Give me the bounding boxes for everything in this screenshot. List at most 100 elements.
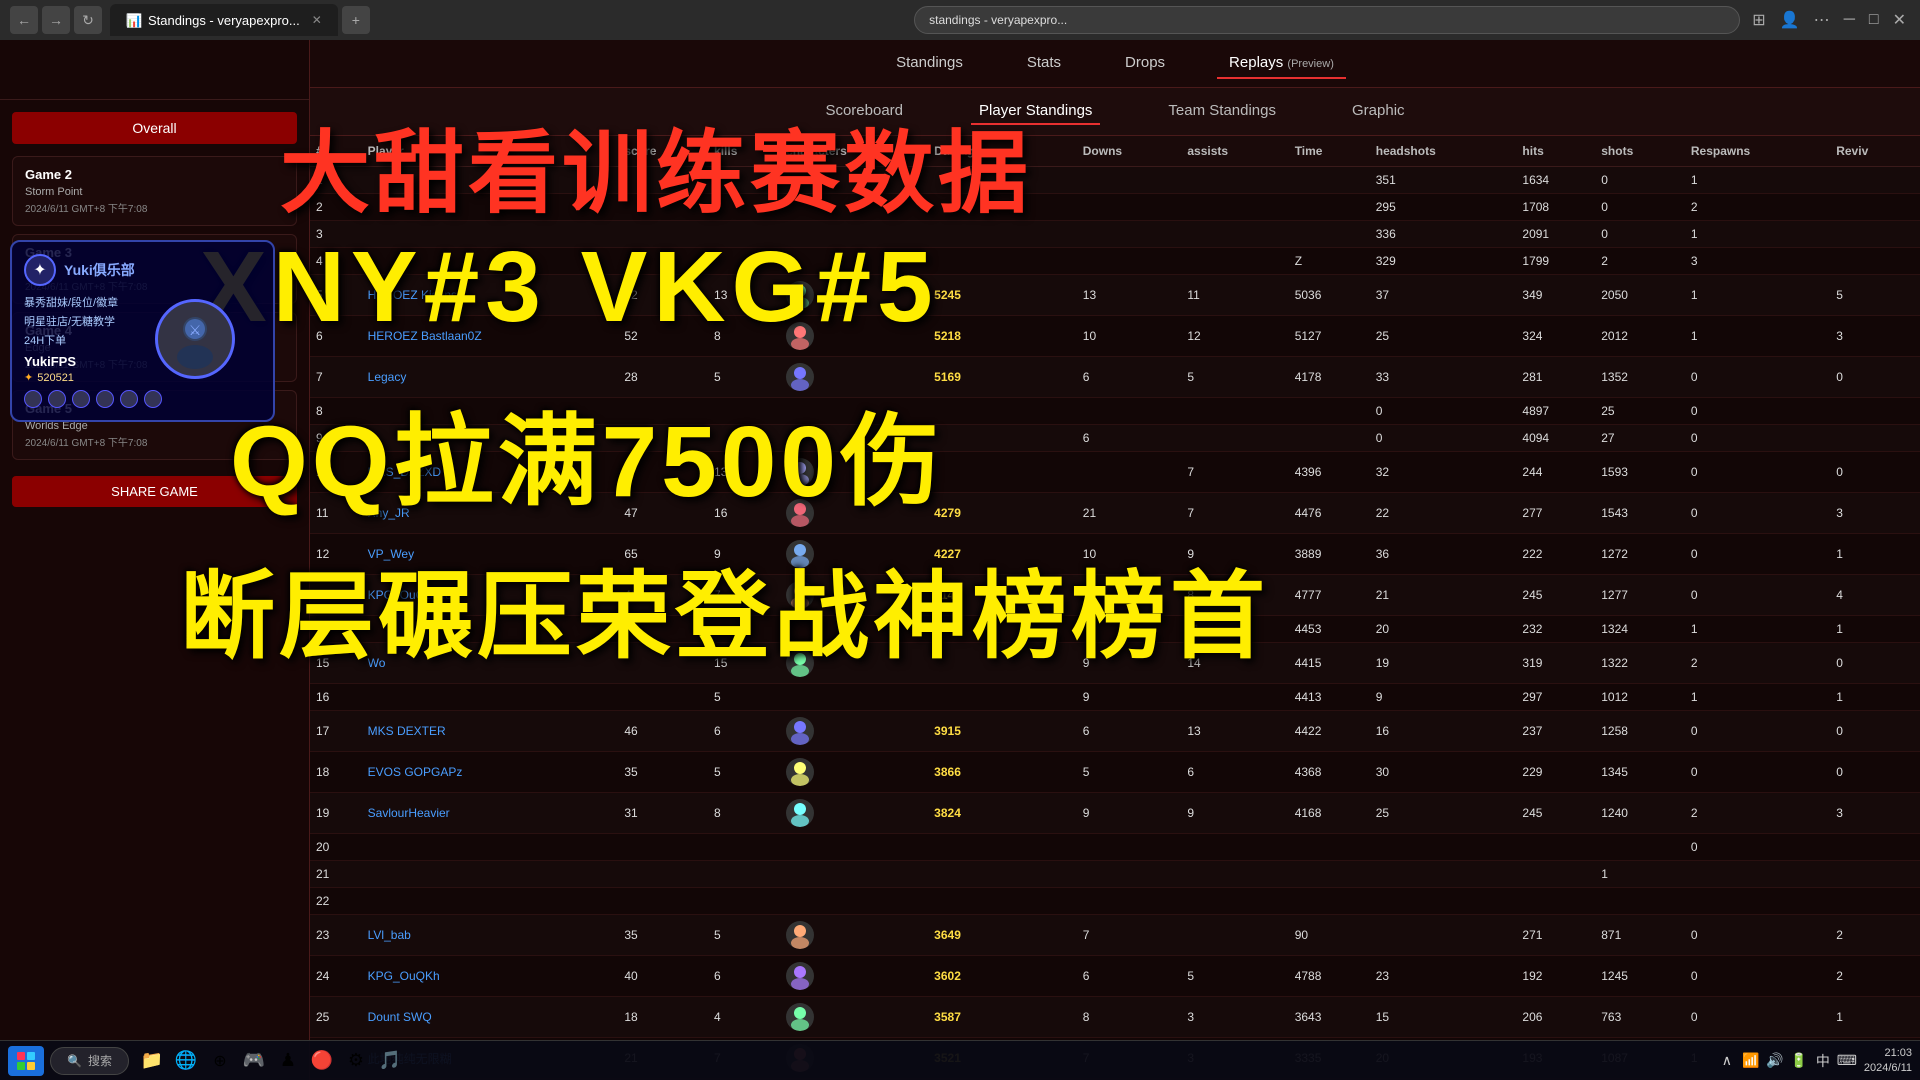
maximize-button[interactable]: □ — [1865, 6, 1883, 34]
cell-time: 3889 — [1289, 534, 1370, 575]
taskbar-app1-icon[interactable]: 🎮 — [239, 1046, 269, 1076]
address-bar[interactable]: standings - veryapexpro... — [914, 6, 1740, 34]
col-hits[interactable]: hits — [1516, 136, 1595, 167]
tab-stats[interactable]: Stats — [1015, 48, 1073, 79]
col-shots[interactable]: shots — [1595, 136, 1685, 167]
cell-assists: 9 — [1181, 534, 1288, 575]
cell-player[interactable] — [362, 221, 619, 248]
cell-player[interactable]: MKS_DAZXD — [362, 452, 619, 493]
cell-player[interactable]: KPG_OuQBible — [362, 575, 619, 616]
active-tab[interactable]: 📊 Standings - veryapexpro... ✕ — [110, 4, 338, 36]
cell-player[interactable]: HEROEZ Kisanss — [362, 275, 619, 316]
cell-score — [618, 888, 708, 915]
cell-damage: 3649 — [928, 915, 1077, 956]
cell-reviv — [1830, 221, 1920, 248]
tab-drops[interactable]: Drops — [1113, 48, 1177, 79]
cell-player[interactable]: MKS DEXTER — [362, 711, 619, 752]
col-time[interactable]: Time — [1289, 136, 1370, 167]
extensions-button[interactable]: ⊞ — [1748, 6, 1769, 34]
taskbar-app2-icon[interactable]: ♟ — [273, 1046, 303, 1076]
col-reviv[interactable]: Reviv — [1830, 136, 1920, 167]
taskbar-app3-icon[interactable]: 🔴 — [307, 1046, 337, 1076]
cell-kills: 9 — [708, 534, 780, 575]
new-tab-button[interactable]: + — [342, 6, 370, 34]
cell-damage: 3824 — [928, 793, 1077, 834]
cell-score: 65 — [618, 534, 708, 575]
cell-player[interactable]: HEROEZ Bastlaan0Z — [362, 316, 619, 357]
cell-reviv: 0 — [1830, 452, 1920, 493]
subnav-graphic[interactable]: Graphic — [1344, 98, 1413, 125]
cell-damage — [928, 684, 1077, 711]
cell-player[interactable]: Xny_JR — [362, 493, 619, 534]
tray-network-icon[interactable]: 📶 — [1742, 1052, 1760, 1070]
cell-player[interactable]: Dount SWQ — [362, 997, 619, 1038]
refresh-button[interactable]: ↻ — [74, 6, 102, 34]
cell-characters — [780, 888, 928, 915]
share-game-button[interactable]: SHARE GAME — [12, 476, 297, 507]
cell-player[interactable]: EVOS GOPGAPz — [362, 752, 619, 793]
game-list-item[interactable]: Game 2 Storm Point 2024/6/11 GMT+8 下午7:0… — [12, 156, 297, 226]
profile-button[interactable]: 👤 — [1776, 6, 1804, 34]
cell-score — [618, 167, 708, 194]
forward-button[interactable]: → — [42, 6, 70, 34]
col-characters[interactable]: characters — [780, 136, 928, 167]
cell-reviv — [1830, 425, 1920, 452]
tab-replays[interactable]: Replays (Preview) — [1217, 48, 1346, 79]
back-button[interactable]: ← — [10, 6, 38, 34]
col-score[interactable]: score — [618, 136, 708, 167]
taskbar-edge-icon[interactable]: 🌐 — [171, 1046, 201, 1076]
tab-close-button[interactable]: ✕ — [312, 13, 322, 27]
close-window-button[interactable]: ✕ — [1889, 6, 1910, 34]
col-player[interactable]: Player — [362, 136, 619, 167]
cell-player[interactable] — [362, 888, 619, 915]
col-headshots[interactable]: headshots — [1370, 136, 1517, 167]
cell-player[interactable] — [362, 167, 619, 194]
cell-shots: 0 — [1595, 194, 1685, 221]
subnav-player-standings[interactable]: Player Standings — [971, 98, 1100, 125]
col-assists[interactable]: assists — [1181, 136, 1288, 167]
cell-player[interactable] — [362, 861, 619, 888]
cell-player[interactable]: VP_Wey — [362, 534, 619, 575]
cell-player[interactable]: Wo — [362, 643, 619, 684]
cell-player[interactable]: KPG_OuQKh — [362, 956, 619, 997]
tray-volume-icon[interactable]: 🔊 — [1766, 1052, 1784, 1070]
tray-battery-icon[interactable]: 🔋 — [1790, 1052, 1808, 1070]
cell-player[interactable] — [362, 616, 619, 643]
col-damage[interactable]: Damage ▼ — [928, 136, 1077, 167]
cell-player[interactable] — [362, 398, 619, 425]
overall-filter-button[interactable]: Overall — [12, 112, 297, 144]
start-button[interactable] — [8, 1046, 44, 1076]
cell-player[interactable]: Legacy — [362, 357, 619, 398]
col-respawns[interactable]: Respawns — [1685, 136, 1830, 167]
tab-standings[interactable]: Standings — [884, 48, 975, 79]
more-button[interactable]: ⋯ — [1810, 6, 1834, 34]
cell-player[interactable]: LVl_bab — [362, 915, 619, 956]
cell-player[interactable] — [362, 425, 619, 452]
col-rank[interactable]: # — [310, 136, 362, 167]
system-clock[interactable]: 21:03 2024/6/11 — [1864, 1046, 1912, 1075]
cell-kills: 4 — [708, 997, 780, 1038]
cell-player[interactable] — [362, 834, 619, 861]
character-icon — [786, 581, 814, 609]
cell-characters — [780, 915, 928, 956]
taskbar-app4-icon[interactable]: ⚙ — [341, 1046, 371, 1076]
subnav-team-standings[interactable]: Team Standings — [1160, 98, 1284, 125]
cell-player[interactable] — [362, 684, 619, 711]
subnav-scoreboard[interactable]: Scoreboard — [817, 98, 911, 125]
taskbar-chrome-icon[interactable]: ⊕ — [205, 1046, 235, 1076]
cell-player[interactable] — [362, 248, 619, 275]
cell-damage: 5169 — [928, 357, 1077, 398]
taskbar-app5-icon[interactable]: 🎵 — [375, 1046, 405, 1076]
cell-respawns — [1685, 888, 1830, 915]
tray-input-icon[interactable]: 中 — [1814, 1052, 1832, 1070]
cell-downs: 6 — [1077, 357, 1182, 398]
taskbar-file-icon[interactable]: 📁 — [137, 1046, 167, 1076]
cell-player[interactable]: SavlourHeavier — [362, 793, 619, 834]
cell-player[interactable] — [362, 194, 619, 221]
tray-keyboard-icon[interactable]: ⌨ — [1838, 1052, 1856, 1070]
minimize-button[interactable]: ─ — [1840, 6, 1859, 34]
col-downs[interactable]: Downs — [1077, 136, 1182, 167]
tray-up-arrow[interactable]: ∧ — [1718, 1052, 1736, 1070]
col-kills[interactable]: kills — [708, 136, 780, 167]
taskbar-search[interactable]: 🔍 搜索 — [50, 1047, 129, 1075]
